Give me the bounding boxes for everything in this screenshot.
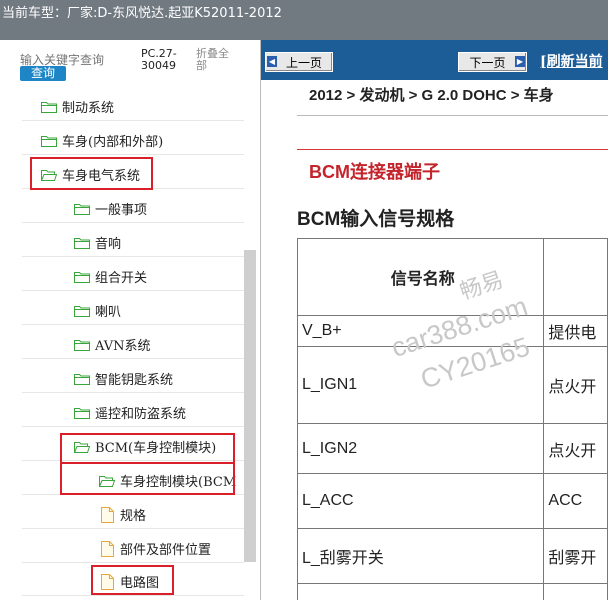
- search-input[interactable]: [20, 53, 132, 67]
- folder-icon: [74, 305, 90, 317]
- table-cell-signal: L_ACC: [296, 473, 545, 529]
- current-model-text: 当前车型：厂家:D-东风悦达.起亚K52011-2012: [2, 2, 282, 21]
- folder-icon: [74, 373, 90, 385]
- table-cell-desc: 点火开: [543, 346, 608, 424]
- table-cell-desc: 提供电: [543, 315, 608, 347]
- table-row: L_IGN2 点火开: [296, 423, 608, 474]
- prev-page-button[interactable]: ◀ 上一页: [265, 52, 333, 72]
- folder-icon: [74, 407, 90, 419]
- document-icon: [101, 541, 114, 557]
- table-cell-desc: ACC: [543, 473, 608, 529]
- table-cell-signal: [296, 583, 545, 600]
- tree-item[interactable]: 喇叭: [22, 297, 244, 325]
- highlight-box-circuit-diagram: [91, 565, 174, 595]
- tree-item-label: 喇叭: [95, 305, 122, 320]
- table-cell-desc: 刮雾开: [543, 528, 608, 584]
- tree-item-label: AVN系统: [95, 339, 151, 354]
- breadcrumb-divider: [297, 115, 608, 116]
- folder-icon: [74, 339, 90, 351]
- tree-item-label: 音响: [95, 237, 122, 252]
- breadcrumb: 2012 > 发动机 > G 2.0 DOHC > 车身: [309, 87, 554, 104]
- table-cell-signal: L_刮雾开关: [296, 528, 545, 584]
- tree-item-label: 智能钥匙系统: [95, 373, 174, 388]
- tree-item-label: 制动系统: [62, 101, 115, 116]
- document-icon: [101, 507, 114, 523]
- tree-item-label: 组合开关: [95, 271, 148, 286]
- content-panel: ◀ 上一页 下一页 ▶ [刷新当前 2012 > 发动机 > G 2.0 DOH…: [261, 40, 608, 600]
- tree-item[interactable]: 部件及部件位置: [22, 535, 244, 563]
- next-page-label: 下一页: [469, 55, 506, 70]
- tree-item[interactable]: 组合开关: [22, 263, 244, 291]
- folder-icon: [74, 271, 90, 283]
- collapse-all-link[interactable]: 折叠全部: [196, 48, 234, 72]
- content-toolbar: ◀ 上一页 下一页 ▶ [刷新当前: [261, 40, 608, 80]
- tree-item[interactable]: 音响: [22, 229, 244, 257]
- highlight-box-bcm-module: [60, 462, 235, 495]
- signal-spec-table: 信号名称 V_B+ 提供电 L_IGN1 点火开 L_IGN2 点火开 L_AC…: [296, 238, 608, 600]
- tree-item-label: 一般事项: [95, 203, 148, 218]
- folder-icon: [41, 101, 57, 113]
- tree-item-label: 遥控和防盗系统: [95, 407, 187, 422]
- sidebar-scrollbar[interactable]: [244, 250, 256, 562]
- folder-icon: [74, 237, 90, 249]
- pc-code-text: PC.27- 30049: [141, 47, 177, 72]
- tree-item[interactable]: AVN系统: [22, 331, 244, 359]
- tree-item-label: 部件及部件位置: [120, 543, 212, 558]
- folder-icon: [74, 203, 90, 215]
- next-arrow-icon: ▶: [515, 56, 525, 67]
- tree-item-label: 规格: [120, 509, 147, 524]
- table-row: [296, 583, 608, 600]
- highlight-box-body-electrical: [30, 157, 153, 190]
- table-cell-signal: L_IGN2: [296, 423, 545, 474]
- top-bar: 当前车型：厂家:D-东风悦达.起亚K52011-2012: [0, 0, 608, 40]
- tree-item[interactable]: 规格: [22, 501, 244, 529]
- section-title: BCM连接器端子: [309, 162, 440, 182]
- table-row: L_ACC ACC: [296, 473, 608, 529]
- current-model-value: 厂家:D-东风悦达.起亚K52011-2012: [67, 6, 282, 21]
- tree-item[interactable]: 制动系统: [22, 93, 244, 121]
- table-header-description: [543, 238, 608, 316]
- tree-item[interactable]: 一般事项: [22, 195, 244, 223]
- folder-icon: [41, 135, 57, 147]
- highlight-box-bcm: [60, 433, 235, 464]
- table-cell-desc: [543, 583, 608, 600]
- prev-page-label: 上一页: [285, 55, 322, 70]
- tree-item[interactable]: 车身(内部和外部): [22, 127, 244, 155]
- prev-arrow-icon: ◀: [267, 56, 277, 67]
- tree-item[interactable]: 智能钥匙系统: [22, 365, 244, 393]
- collapse-all-label[interactable]: 折叠全部: [196, 48, 234, 72]
- query-button[interactable]: 查询: [20, 66, 66, 81]
- section-divider: [297, 149, 608, 150]
- table-title: BCM输入信号规格: [297, 209, 455, 230]
- current-model-label: 当前车型：: [2, 6, 68, 21]
- tree-item-label: 车身(内部和外部): [62, 135, 164, 150]
- table-cell-desc: 点火开: [543, 423, 608, 474]
- table-row: L_刮雾开关 刮雾开: [296, 528, 608, 584]
- next-page-button[interactable]: 下一页 ▶: [458, 52, 527, 72]
- tree-item[interactable]: 遥控和防盗系统: [22, 399, 244, 427]
- refresh-link[interactable]: [刷新当前: [540, 51, 603, 71]
